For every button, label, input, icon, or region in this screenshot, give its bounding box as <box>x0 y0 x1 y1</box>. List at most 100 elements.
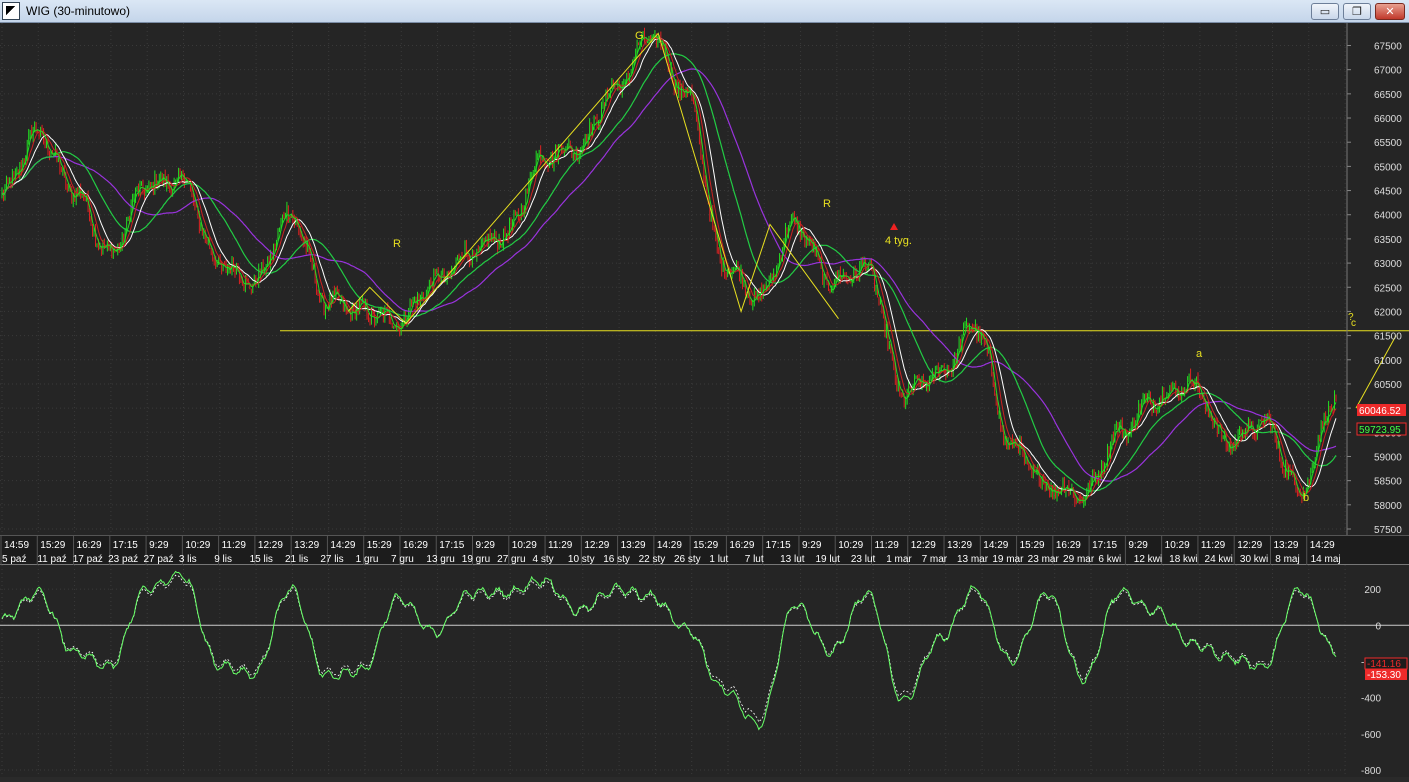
close-button[interactable]: ✕ <box>1375 3 1405 20</box>
time-label: 9:29 <box>1128 540 1148 551</box>
date-label: 23 mar <box>1028 554 1060 565</box>
date-label: 21 lis <box>285 554 308 565</box>
date-label: 19 gru <box>462 554 490 565</box>
date-label: 16 sty <box>603 554 630 565</box>
date-label: 1 gru <box>356 554 379 565</box>
price-current-values: 60046.52 59723.95 <box>1356 404 1407 436</box>
wave-zigzag <box>347 32 839 325</box>
date-label: 24 kwi <box>1205 554 1233 565</box>
time-label: 10:29 <box>1165 540 1190 551</box>
time-label: 9:29 <box>802 540 822 551</box>
time-label: 17:15 <box>766 540 791 551</box>
osc-current-red: -141.16 <box>1367 659 1401 670</box>
time-label: 17:15 <box>113 540 138 551</box>
date-label: 7 gru <box>391 554 414 565</box>
oscillator-chart[interactable]: 2000-200-400-600-800 -141.16 -153.30 <box>0 565 1409 777</box>
date-label: 5 paź <box>2 554 26 565</box>
date-label: 18 kwi <box>1169 554 1197 565</box>
time-label: 9:29 <box>476 540 496 551</box>
time-label: 13:29 <box>1273 540 1298 551</box>
annotation-r1: R <box>393 238 401 250</box>
oscillator-axis-label: 200 <box>1364 585 1381 596</box>
oscillator-panel[interactable]: 2000-200-400-600-800 -141.16 -153.30 <box>0 565 1409 777</box>
date-label: 12 kwi <box>1134 554 1162 565</box>
time-label: 15:29 <box>40 540 65 551</box>
date-label: 22 sty <box>639 554 666 565</box>
date-label: 9 lis <box>214 554 232 565</box>
osc-current-green: -153.30 <box>1367 670 1401 681</box>
price-axis-label: 64000 <box>1374 211 1402 222</box>
date-label: 10 sty <box>568 554 595 565</box>
wave-annotations: G R R 4 tyg. a b ? c <box>393 30 1356 504</box>
date-label: 7 lut <box>745 554 764 565</box>
price-axis-label: 66000 <box>1374 114 1402 125</box>
price-axis-label: 64500 <box>1374 187 1402 198</box>
date-label: 13 gru <box>426 554 454 565</box>
date-label: 17 paź <box>73 554 103 565</box>
price-axis: 67500 67000 66500 66000 65500 65000 64500 64000… <box>1346 23 1402 536</box>
price-axis-label: 61000 <box>1374 356 1402 367</box>
time-label: 16:29 <box>729 540 754 551</box>
date-label: 7 mar <box>922 554 948 565</box>
date-label: 6 kwi <box>1098 554 1121 565</box>
time-label: 14:59 <box>4 540 29 551</box>
time-axis: 14:59 15:29 16:29 17:15 9:29 10:29 11:29 12:29 1… <box>0 535 1409 566</box>
annotation-r2: R <box>823 198 831 210</box>
window-title-bar: WIG (30-minutowo) ▭ ❐ ✕ <box>0 0 1409 23</box>
price-axis-label: 58000 <box>1374 501 1402 512</box>
date-label: 29 mar <box>1063 554 1095 565</box>
date-label: 27 paź <box>143 554 173 565</box>
time-label: 11:29 <box>874 540 899 551</box>
annotation-4-weeks: 4 tyg. <box>885 235 912 247</box>
date-label: 14 maj <box>1311 554 1341 565</box>
oscillator-grid <box>0 565 1409 777</box>
price-axis-label: 67500 <box>1374 42 1402 53</box>
annotation-c: c <box>1351 318 1356 329</box>
oscillator-axis-label: -400 <box>1361 694 1381 705</box>
price-axis-label: 57500 <box>1374 525 1402 535</box>
date-label: 8 maj <box>1275 554 1299 565</box>
time-label: 13:29 <box>621 540 646 551</box>
time-label: 14:29 <box>983 540 1008 551</box>
date-label: 1 lut <box>709 554 728 565</box>
date-label: 11 paź <box>37 554 66 565</box>
minimize-button[interactable]: ▭ <box>1311 3 1339 20</box>
date-label: 4 sty <box>533 554 554 565</box>
price-axis-label: 66500 <box>1374 90 1402 101</box>
time-label: 17:15 <box>1092 540 1117 551</box>
price-axis-label: 59000 <box>1374 452 1402 463</box>
annotation-g: G <box>635 30 644 42</box>
ma-fast-green-line <box>1 35 1337 502</box>
time-label: 15:29 <box>367 540 392 551</box>
window-title: WIG (30-minutowo) <box>26 4 131 18</box>
time-label: 9:29 <box>149 540 169 551</box>
time-label: 10:29 <box>185 540 210 551</box>
projection-line <box>1355 335 1397 409</box>
oscillator-line <box>1 570 1337 731</box>
price-plot <box>1 27 1409 508</box>
time-label: 12:29 <box>911 540 936 551</box>
price-axis-label: 63500 <box>1374 235 1402 246</box>
price-axis-label: 62500 <box>1374 283 1402 294</box>
date-label: 19 lut <box>815 554 840 565</box>
annotation-b: b <box>1303 492 1309 504</box>
time-label: 10:29 <box>512 540 537 551</box>
time-label: 11:29 <box>1201 540 1226 551</box>
maximize-button[interactable]: ❐ <box>1343 3 1371 20</box>
price-chart-panel[interactable]: G R R 4 tyg. a b ? c 67500 67000 66500 6600… <box>0 23 1409 536</box>
oscillator-axis-label: -600 <box>1361 730 1381 741</box>
app-icon[interactable] <box>2 2 20 20</box>
date-label: 19 mar <box>992 554 1024 565</box>
price-axis-label: 65000 <box>1374 162 1402 173</box>
date-label: 26 sty <box>674 554 701 565</box>
price-chart[interactable]: G R R 4 tyg. a b ? c 67500 67000 66500 6600… <box>0 23 1409 536</box>
date-label: 27 gru <box>497 554 525 565</box>
price-axis-label: 65500 <box>1374 138 1402 149</box>
current-price-red: 60046.52 <box>1359 406 1401 417</box>
time-label: 11:29 <box>548 540 573 551</box>
time-label: 14:29 <box>657 540 682 551</box>
time-label: 16:29 <box>403 540 428 551</box>
date-label: 15 lis <box>250 554 273 565</box>
price-axis-label: 61500 <box>1374 332 1402 343</box>
date-label: 13 mar <box>957 554 989 565</box>
